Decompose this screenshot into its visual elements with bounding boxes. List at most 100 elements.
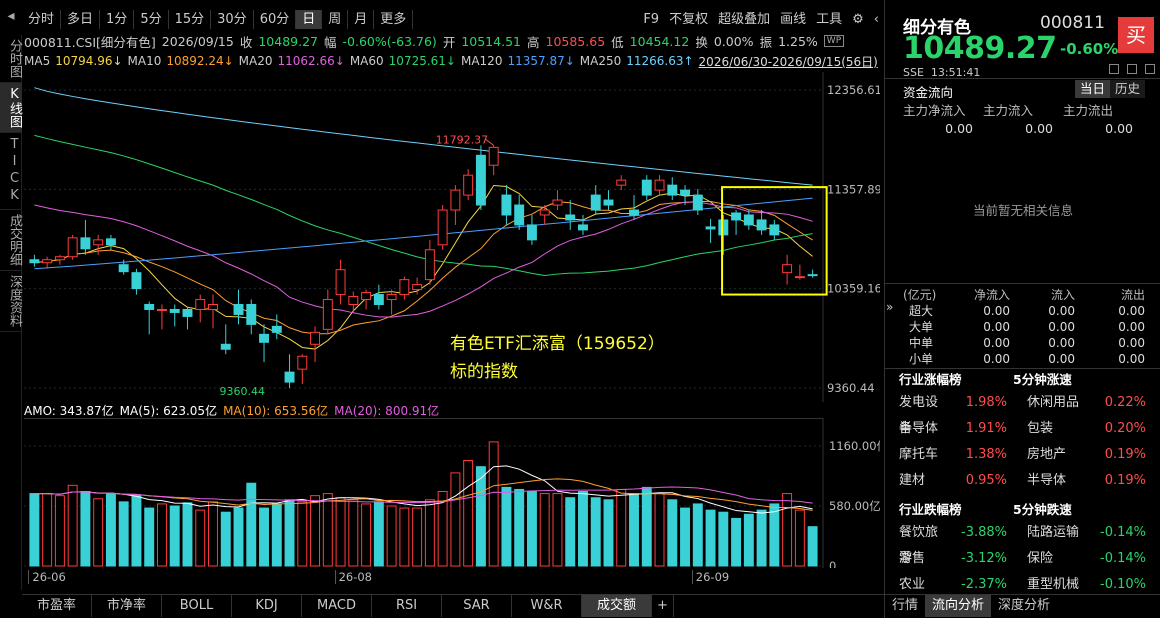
- indicator-tab-3[interactable]: KDJ: [232, 595, 302, 617]
- candle-body[interactable]: [463, 174, 474, 196]
- pin-icon[interactable]: [1127, 64, 1137, 74]
- tool-button-1[interactable]: 不复权: [664, 10, 713, 29]
- candle-body[interactable]: [526, 224, 537, 241]
- volume-bar[interactable]: [501, 486, 512, 567]
- candle-body[interactable]: [259, 333, 269, 343]
- kline-chart[interactable]: 12356.61 11357.89 10359.16 9360.44 11792.37 9…: [24, 72, 880, 402]
- volume-bar[interactable]: [182, 502, 193, 567]
- period-tab-9[interactable]: 月: [348, 10, 375, 29]
- left-tab-0[interactable]: 分时图: [0, 35, 22, 83]
- flow-tab-1[interactable]: 历史: [1110, 80, 1146, 98]
- indicator-tab-6[interactable]: SAR: [442, 595, 512, 617]
- indicator-tab-0[interactable]: 市盈率: [22, 595, 92, 617]
- volume-bar[interactable]: [424, 499, 435, 567]
- candle-body[interactable]: [807, 274, 818, 277]
- volume-bar[interactable]: [756, 509, 767, 567]
- volume-bar[interactable]: [654, 493, 665, 567]
- candle-body[interactable]: [743, 214, 754, 226]
- volume-bar[interactable]: [259, 507, 269, 567]
- volume-bar[interactable]: [220, 511, 231, 567]
- candle-body[interactable]: [641, 179, 652, 196]
- volume-bar[interactable]: [743, 513, 754, 567]
- volume-bar[interactable]: [705, 509, 716, 567]
- candle-body[interactable]: [348, 296, 359, 305]
- wp-icon[interactable]: WP: [823, 35, 845, 47]
- right-tab-1[interactable]: 流向分析: [925, 595, 992, 617]
- volume-bar[interactable]: [93, 498, 104, 567]
- candle-body[interactable]: [603, 199, 614, 206]
- indicator-tab-7[interactable]: W&R: [512, 595, 582, 617]
- tool-button-3[interactable]: 画线: [775, 10, 811, 29]
- left-tab-1[interactable]: K线图: [0, 83, 22, 133]
- volume-bar[interactable]: [399, 507, 410, 567]
- candle-body[interactable]: [794, 276, 805, 279]
- candle-body[interactable]: [284, 371, 295, 383]
- volume-bar[interactable]: [386, 505, 397, 567]
- candle-body[interactable]: [590, 194, 601, 211]
- volume-bar[interactable]: [565, 497, 576, 567]
- candle-body[interactable]: [450, 189, 461, 211]
- candle-body[interactable]: [54, 256, 65, 261]
- candle-body[interactable]: [156, 308, 167, 311]
- candle-body[interactable]: [67, 237, 78, 258]
- candle-body[interactable]: [208, 303, 218, 310]
- volume-bar[interactable]: [310, 495, 321, 567]
- volume-bar[interactable]: [246, 482, 257, 567]
- candle-body[interactable]: [118, 264, 129, 273]
- candle-body[interactable]: [335, 269, 346, 296]
- volume-bar[interactable]: [373, 501, 384, 567]
- candle-body[interactable]: [42, 259, 53, 264]
- period-tab-7[interactable]: 日: [296, 10, 323, 29]
- candle-body[interactable]: [488, 146, 499, 166]
- candle-body[interactable]: [182, 308, 193, 317]
- volume-bar[interactable]: [144, 507, 155, 567]
- candle-body[interactable]: [424, 249, 435, 281]
- candle-body[interactable]: [93, 239, 104, 246]
- left-tab-3[interactable]: 成交明细: [0, 210, 22, 271]
- volume-bar[interactable]: [29, 493, 40, 567]
- candle-body[interactable]: [782, 264, 793, 274]
- volume-bar[interactable]: [284, 499, 295, 567]
- candle-body[interactable]: [654, 179, 665, 191]
- volume-bar[interactable]: [539, 493, 550, 567]
- gear-icon[interactable]: ⚙: [847, 10, 869, 29]
- buy-button[interactable]: 买: [1118, 17, 1154, 53]
- rise-board-row[interactable]: 发电设备 1.98% 休闲用品 0.22%: [885, 390, 1160, 436]
- candle-body[interactable]: [756, 219, 767, 231]
- volume-bar[interactable]: [169, 505, 180, 567]
- volume-bar[interactable]: [463, 459, 474, 567]
- candle-body[interactable]: [271, 325, 282, 333]
- period-tab-10[interactable]: 更多: [374, 10, 414, 29]
- candle-body[interactable]: [475, 154, 486, 206]
- volume-bar[interactable]: [450, 472, 461, 567]
- volume-bar[interactable]: [641, 486, 652, 567]
- candle-body[interactable]: [310, 331, 321, 345]
- volume-bar[interactable]: [475, 466, 486, 567]
- volume-bar[interactable]: [156, 503, 167, 567]
- indicator-tab-8[interactable]: 成交额: [582, 595, 652, 617]
- volume-bar[interactable]: [769, 503, 780, 567]
- candle-body[interactable]: [667, 184, 678, 196]
- volume-bar[interactable]: [335, 497, 346, 567]
- date-range[interactable]: 2026/06/30-2026/09/15(56日): [699, 53, 878, 70]
- indicator-tab-2[interactable]: BOLL: [162, 595, 232, 617]
- candle-body[interactable]: [718, 219, 729, 236]
- edit-icon[interactable]: [1109, 64, 1119, 74]
- candle-body[interactable]: [769, 224, 780, 236]
- candle-body[interactable]: [297, 355, 308, 370]
- volume-bar[interactable]: [514, 488, 525, 567]
- volume-bar[interactable]: [80, 491, 91, 567]
- volume-bar[interactable]: [578, 491, 588, 567]
- add-indicator-button[interactable]: +: [652, 595, 674, 617]
- right-tab-0[interactable]: 行情: [885, 595, 925, 617]
- period-tab-0[interactable]: 分时: [22, 10, 62, 29]
- volume-bar[interactable]: [603, 499, 614, 567]
- candle-body[interactable]: [578, 224, 588, 231]
- volume-bar[interactable]: [718, 511, 729, 567]
- candle-body[interactable]: [195, 299, 206, 310]
- period-tab-4[interactable]: 15分: [169, 10, 212, 29]
- candle-body[interactable]: [131, 272, 142, 290]
- period-tab-6[interactable]: 60分: [254, 10, 297, 29]
- expand-icon[interactable]: »: [886, 300, 893, 314]
- candle-body[interactable]: [220, 343, 231, 350]
